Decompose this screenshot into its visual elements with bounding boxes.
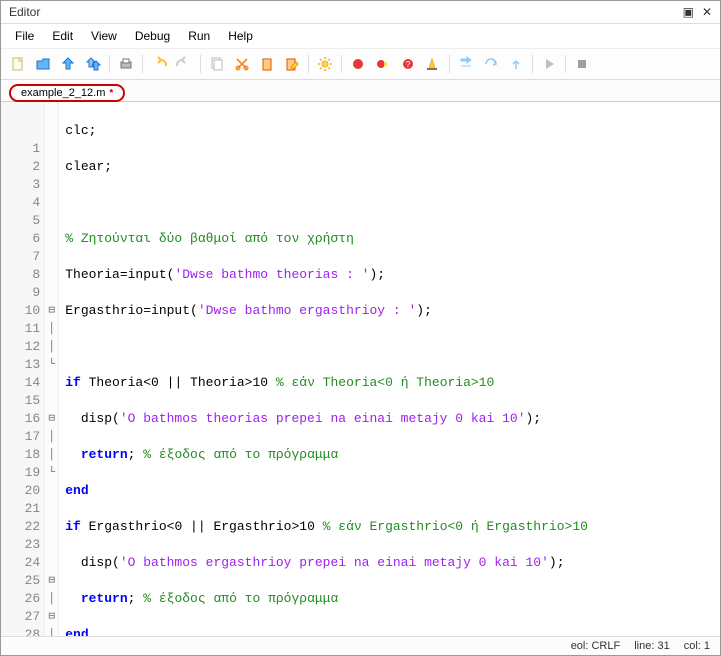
status-line: line: 31 [634,640,669,652]
status-col: col: 1 [684,640,710,652]
open-icon[interactable] [32,53,54,75]
paste-icon[interactable] [281,53,303,75]
redo-icon[interactable] [173,53,195,75]
play-icon[interactable] [538,53,560,75]
titlebar: Editor ▣ ✕ [1,1,720,24]
separator [341,55,342,73]
line-gutter: 1234567891011121314151617181920212223242… [1,102,45,636]
statusbar: eol: CRLF line: 31 col: 1 [1,636,720,655]
saveall-icon[interactable] [82,53,104,75]
tab-label: example_2_12.m [21,87,105,99]
stop-icon[interactable] [571,53,593,75]
menu-view[interactable]: View [83,26,125,46]
modified-indicator: * [109,88,113,99]
undock-icon[interactable]: ▣ [683,5,694,19]
clipboard-icon[interactable] [256,53,278,75]
save-icon[interactable] [57,53,79,75]
scissors-icon[interactable] [231,53,253,75]
close-icon[interactable]: ✕ [702,5,712,19]
status-eol: eol: CRLF [571,640,621,652]
code-area[interactable]: clc; clear; % Ζητούνται δύο βαθμοί από τ… [59,102,680,636]
breakpoint-cond-icon[interactable]: ? [397,53,419,75]
separator [532,55,533,73]
separator [449,55,450,73]
clear-breakpoints-icon[interactable] [422,53,444,75]
menu-help[interactable]: Help [220,26,261,46]
separator [109,55,110,73]
breakpoint-icon[interactable] [347,53,369,75]
step-out-icon[interactable] [505,53,527,75]
svg-text:?: ? [406,60,411,69]
gear-icon[interactable] [314,53,336,75]
separator [565,55,566,73]
step-over-icon[interactable] [480,53,502,75]
separator [200,55,201,73]
toolbar: ? [1,49,720,80]
breakpoint-arrow-icon[interactable] [372,53,394,75]
window-title: Editor [9,5,40,19]
menu-run[interactable]: Run [180,26,218,46]
separator [308,55,309,73]
new-file-icon[interactable] [7,53,29,75]
menu-file[interactable]: File [7,26,42,46]
cut-icon[interactable] [206,53,228,75]
step-in-icon[interactable] [455,53,477,75]
menu-edit[interactable]: Edit [44,26,81,46]
menubar: File Edit View Debug Run Help [1,24,720,49]
tab-file[interactable]: example_2_12.m * [9,84,125,102]
undo-icon[interactable] [148,53,170,75]
code-editor[interactable]: 1234567891011121314151617181920212223242… [1,102,720,636]
fold-column[interactable]: ⊟││└ ⊟││└ ⊟│⊟│└ ⊟⊟⊟│⊟│└ [45,102,59,636]
separator [142,55,143,73]
print-icon[interactable] [115,53,137,75]
tabbar: example_2_12.m * [1,80,720,102]
menu-debug[interactable]: Debug [127,26,178,46]
